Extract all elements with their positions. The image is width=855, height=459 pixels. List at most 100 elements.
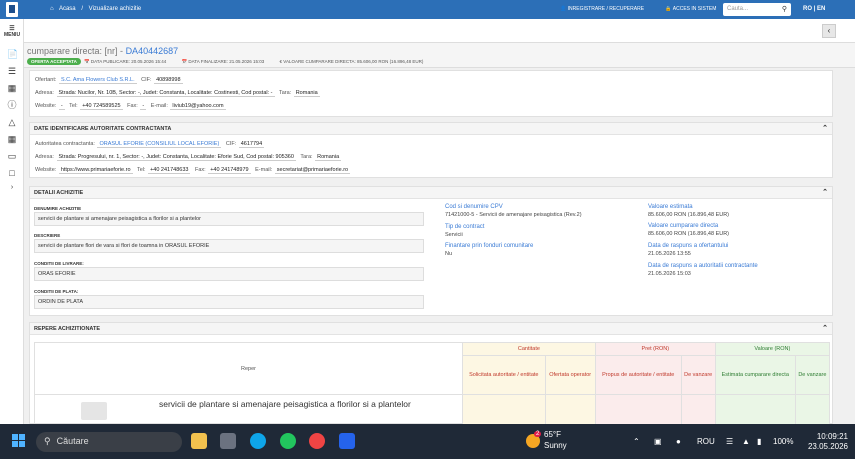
cif-label: CIF: (141, 77, 152, 83)
collapse-button[interactable]: ‹ (822, 24, 836, 38)
register-link[interactable]: 👤 INREGISTRARE / RECUPERARE (560, 6, 654, 12)
val-estimata-label[interactable]: Valoare estimata (648, 204, 693, 210)
repere-panel: REPERE ACHIZITIONATE ⌃ Reper Cantitate P… (29, 322, 833, 425)
fonduri-label[interactable]: Finantare prin fonduri comunitare (445, 243, 533, 249)
file-explorer-icon[interactable] (191, 433, 207, 449)
wifi-icon[interactable]: ☰ (726, 437, 733, 446)
weather-badge: 2 (534, 431, 542, 437)
search-icon[interactable]: ⚲ (782, 5, 787, 13)
taskbar-search[interactable]: ⚲ Căutare (36, 432, 182, 452)
microphone-icon[interactable]: ● (676, 437, 681, 446)
list-icon[interactable]: ☰ (7, 66, 17, 76)
chevron-up-icon[interactable]: ⌃ (822, 124, 828, 132)
detalii-header[interactable]: DETALII ACHIZITIE ⌃ (30, 187, 832, 199)
store-icon[interactable] (220, 433, 236, 449)
ofertant-address-row: Adresa: Strada: Nucilor, Nr. 10B, Sector… (35, 90, 323, 97)
top-navbar: ⌂ Acasa / Vizualizare achizitie 👤 INREGI… (0, 0, 855, 19)
ofertant-panel: Ofertant: S.C. Ama Flowers Club S.R.L. C… (29, 70, 833, 117)
chevron-up-icon[interactable]: ⌃ (822, 188, 828, 196)
site-logo[interactable] (6, 2, 18, 17)
cell-propus (594, 394, 682, 425)
autoritate-name[interactable]: ORASUL EFORIE (CONSILIUL LOCAL EFORIE) (97, 141, 222, 148)
language-indicator[interactable]: ROU (697, 437, 715, 446)
tip-label[interactable]: Tip de contract (445, 224, 484, 230)
denumire-label: DENUMIRE ACHIZITIE (34, 206, 82, 211)
adresa-label: Adresa: (35, 90, 54, 96)
tara-label: Tara: (278, 90, 292, 96)
chat-icon[interactable]: □ (7, 168, 17, 178)
ofertant-cif: 40898998 (154, 77, 183, 84)
repere-title: REPERE ACHIZITIONATE (34, 326, 101, 332)
tel-label: Tel: (69, 103, 78, 109)
livrare-field: ORAS EFORIE (34, 267, 424, 281)
ofertant-row: Ofertant: S.C. Ama Flowers Club S.R.L. C… (35, 77, 186, 84)
document-icon[interactable]: 📄 (7, 49, 18, 59)
repere-header[interactable]: REPERE ACHIZITIONATE ⌃ (30, 323, 832, 335)
email-label: E-mail: (150, 103, 168, 109)
final-date: 📅 DATA FINALIZARE: 21.05.2026 15:03 (181, 59, 265, 64)
raspuns-ofertant-value: 21.05.2026 13:55 (648, 251, 691, 257)
weather-widget[interactable]: 2 65°F Sunny (526, 430, 567, 450)
val-cumparare-label[interactable]: Valoare cumparare directa (648, 223, 718, 229)
raspuns-ofertant-label[interactable]: Data de raspuns a ofertantului (648, 243, 728, 249)
table-row: servicii de plantare si amenajare peisag… (34, 394, 831, 425)
expand-icon[interactable]: › (7, 183, 17, 193)
autoritate-header[interactable]: DATE IDENTIFICARE AUTORITATE CONTRACTANT… (30, 123, 832, 135)
autoritate-title: DATE IDENTIFICARE AUTORITATE CONTRACTANT… (34, 126, 172, 132)
detalii-panel: DETALII ACHIZITIE ⌃ DENUMIRE ACHIZITIE s… (29, 186, 833, 316)
menu-toggle[interactable]: ☰ MENIU (0, 25, 24, 38)
cpv-label[interactable]: Cod si denumire CPV (445, 204, 503, 210)
word-icon[interactable] (339, 433, 355, 449)
autoritate-fax: +40 241748979 (208, 167, 251, 174)
home-icon[interactable]: ⌂ (50, 6, 54, 12)
image-placeholder-icon (81, 402, 107, 420)
cell-ofertata (544, 394, 596, 425)
email-label: E-mail: (255, 167, 273, 173)
tel-label: Tel: (136, 167, 146, 173)
breadcrumb-separator: / (81, 6, 83, 12)
register-link-label: INREGISTRARE / RECUPERARE (567, 6, 645, 12)
login-link-label: ACCES IN SISTEM (672, 6, 717, 12)
weather-temp: 65°F (544, 430, 561, 439)
descriere-label: DESCRIERE (34, 233, 61, 238)
breadcrumb: ⌂ Acasa / Vizualizare achizitie (50, 6, 145, 12)
volume-icon[interactable]: ▲ (742, 437, 750, 446)
cell-vanzare-val (794, 394, 831, 425)
help-icon[interactable]: ⓘ (7, 100, 17, 110)
system-clock[interactable]: 10:09:21 23.05.2026 (804, 432, 848, 452)
flask-icon[interactable]: △ (7, 117, 17, 127)
fonduri-value: Nu (445, 251, 453, 257)
chevron-up-icon[interactable]: ⌃ (822, 324, 828, 332)
calendar-icon[interactable]: ▦ (7, 134, 17, 144)
final-date-text: DATA FINALIZARE: 21.05.2026 15:03 (188, 59, 265, 64)
ofertant-tel: +40 724589525 (80, 103, 123, 110)
publish-date: 📅 DATA PUBLICARE: 20.05.2026 15:44 (84, 59, 167, 64)
windows-taskbar: ⚲ Căutare 2 65°F Sunny ⌃ ▣ ● ROU ☰ ▲ ▮ 10… (0, 424, 855, 459)
battery-icon[interactable]: ▮ (757, 437, 761, 446)
grp-pret: Pret (RON) (594, 342, 716, 356)
page-title: cumparare directa: [nr] - DA40442687 (27, 46, 178, 56)
windows-start-icon[interactable] (12, 434, 26, 448)
language-switch[interactable]: RO | EN (803, 6, 825, 12)
sidebar: ☰ MENIU 📄 ☰ ▦ ⓘ △ ▦ ▭ □ › (0, 19, 24, 424)
tray-expand-icon[interactable]: ⌃ (633, 437, 640, 446)
title-code: DA40442687 (125, 46, 179, 56)
ofertant-name[interactable]: S.C. Ama Flowers Club S.R.L. (58, 77, 137, 84)
cell-estimata (714, 394, 796, 425)
search-input[interactable]: Cauta... ⚲ (723, 3, 791, 16)
network-icon[interactable]: ▣ (654, 437, 662, 446)
raspuns-autoritate-label[interactable]: Data de raspuns a autoritatii contractan… (648, 263, 758, 269)
col-vanzare-pret: De vanzare (680, 355, 716, 395)
edge-icon[interactable] (250, 433, 266, 449)
whatsapp-icon[interactable] (280, 433, 296, 449)
monitor-icon[interactable]: ▭ (7, 151, 17, 161)
calculator-icon[interactable]: ▦ (7, 83, 17, 93)
ofertant-fax: - (140, 103, 147, 110)
search-icon: ⚲ (44, 436, 51, 446)
action-bar: ‹ (24, 19, 855, 43)
login-link[interactable]: 🔒 ACCES IN SISTEM (665, 6, 726, 12)
breadcrumb-home[interactable]: Acasa (59, 6, 76, 12)
chrome-icon[interactable] (309, 433, 325, 449)
value-info: € VALOARE CUMPARARE DIRECTA: 85.606,00 R… (279, 59, 424, 64)
reper-cell: servicii de plantare si amenajare peisag… (34, 394, 463, 425)
